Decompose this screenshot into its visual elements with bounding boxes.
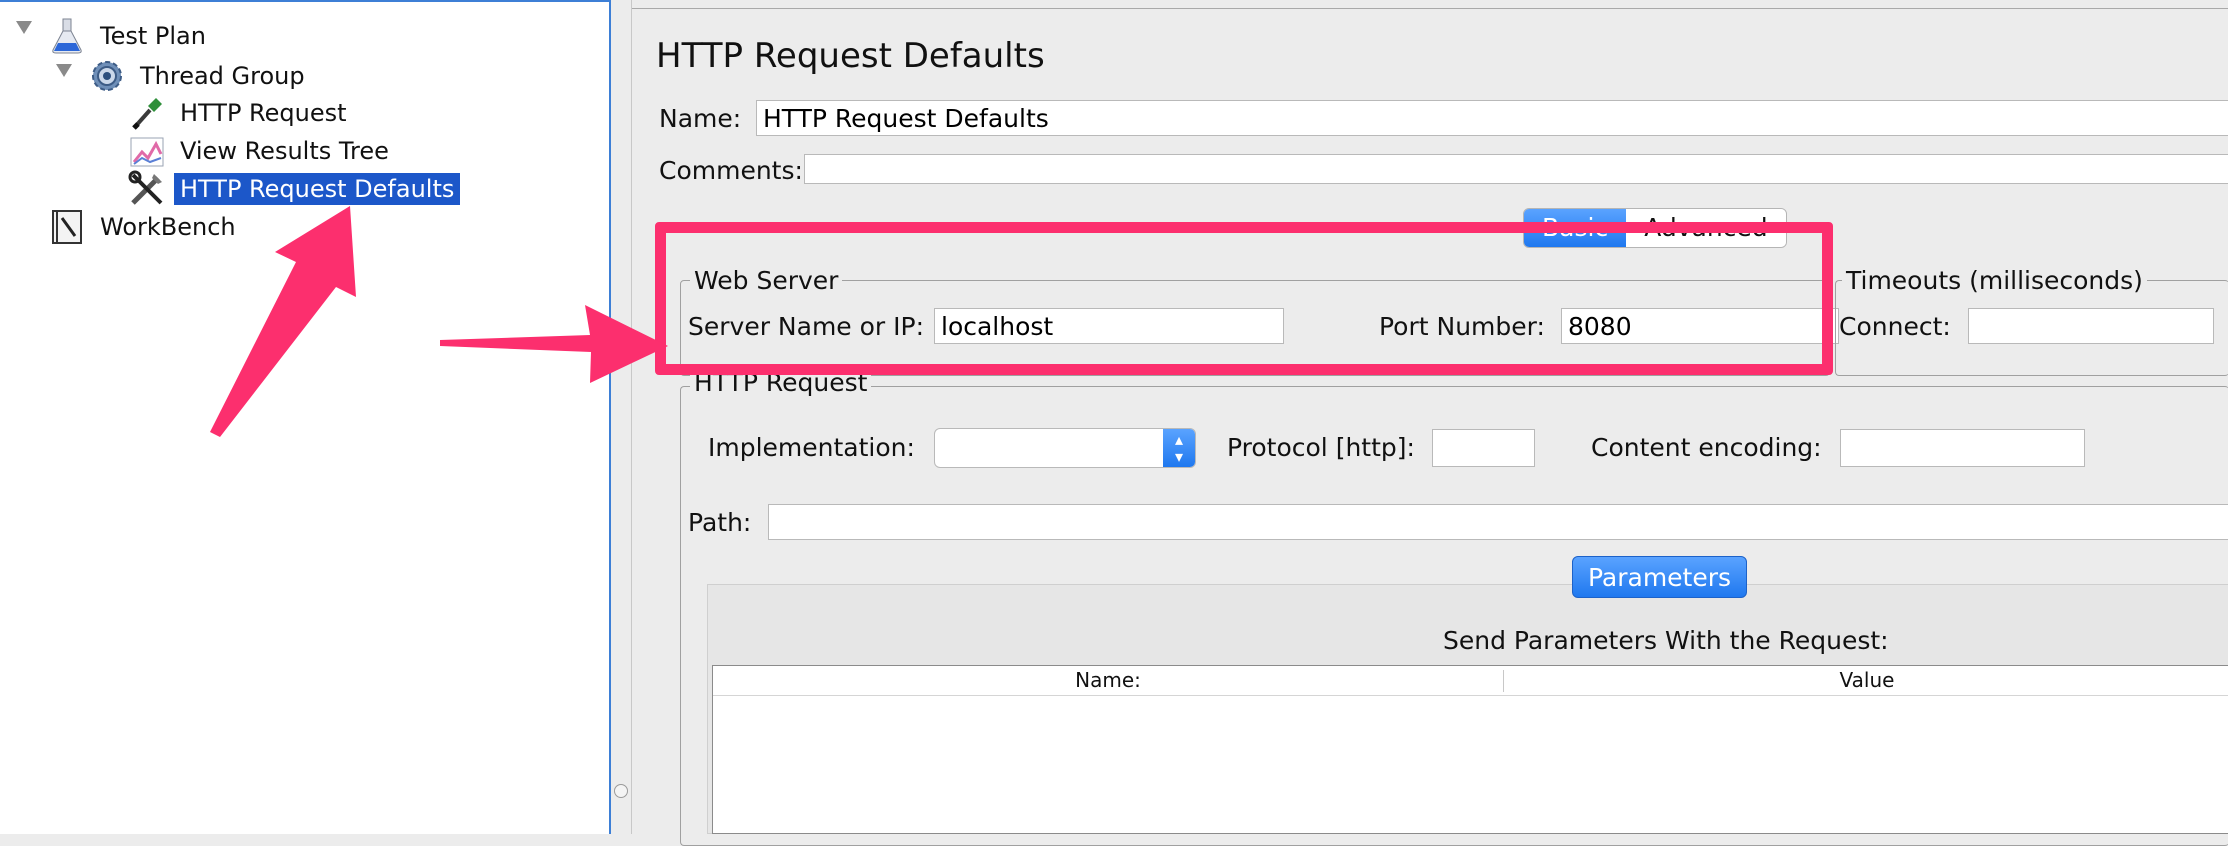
- path-label: Path:: [688, 508, 752, 537]
- content-encoding-label: Content encoding:: [1591, 433, 1822, 462]
- tree-node-http-request-defaults[interactable]: HTTP Request Defaults: [128, 170, 461, 208]
- tree-node-workbench[interactable]: WorkBench: [48, 209, 242, 245]
- tree-node-thread-group[interactable]: Thread Group: [88, 58, 311, 94]
- parameters-table[interactable]: Name: Value: [712, 665, 2228, 834]
- table-header: Name: Value: [713, 666, 2228, 696]
- tree-label: Test Plan: [100, 22, 206, 50]
- path-field[interactable]: [768, 504, 2228, 540]
- expand-toggle-test-plan[interactable]: [16, 21, 32, 34]
- tree-node-test-plan[interactable]: Test Plan: [48, 18, 212, 54]
- implementation-select[interactable]: ▴ ▾: [934, 428, 1196, 468]
- parameters-tab-button[interactable]: Parameters: [1572, 556, 1747, 598]
- comments-label: Comments:: [659, 156, 803, 185]
- gear-icon: [88, 57, 126, 95]
- name-field[interactable]: [756, 100, 2228, 136]
- column-header-value[interactable]: Value: [1504, 668, 2228, 692]
- test-plan-tree[interactable]: Test Plan Thread Group HTTP Request View…: [0, 0, 611, 834]
- comments-field[interactable]: [804, 154, 2228, 184]
- pipette-icon: [128, 94, 166, 132]
- protocol-label: Protocol [http]:: [1227, 433, 1415, 462]
- tree-label: WorkBench: [100, 213, 236, 241]
- tools-icon: [128, 170, 166, 208]
- tree-node-view-results-tree[interactable]: View Results Tree: [128, 133, 395, 169]
- splitter-handle[interactable]: [614, 784, 628, 798]
- column-header-name[interactable]: Name:: [713, 668, 1503, 692]
- tree-label: HTTP Request Defaults: [174, 173, 461, 205]
- tree-label: HTTP Request: [180, 99, 347, 127]
- config-panel: HTTP Request Defaults Name: Comments: Ba…: [631, 0, 2228, 846]
- notebook-icon: [48, 208, 86, 246]
- expand-toggle-thread-group[interactable]: [56, 64, 72, 77]
- highlight-box: [655, 222, 1833, 375]
- implementation-label: Implementation:: [708, 433, 915, 462]
- flask-icon: [48, 17, 86, 55]
- parameters-heading: Send Parameters With the Request:: [1443, 626, 1889, 655]
- timeouts-title: Timeouts (milliseconds): [1842, 266, 2147, 295]
- tree-label: Thread Group: [140, 62, 305, 90]
- connect-label: Connect:: [1839, 312, 1951, 341]
- chevron-up-down-icon[interactable]: ▴ ▾: [1163, 429, 1195, 467]
- content-encoding-field[interactable]: [1840, 429, 2085, 467]
- connect-timeout-field[interactable]: [1968, 308, 2214, 344]
- page-title: HTTP Request Defaults: [656, 36, 1045, 76]
- protocol-field[interactable]: [1432, 429, 1535, 467]
- name-label: Name:: [659, 104, 742, 133]
- chart-icon: [128, 132, 166, 170]
- tree-label: View Results Tree: [180, 137, 389, 165]
- panel-splitter[interactable]: [613, 0, 631, 834]
- divider: [632, 8, 2228, 9]
- tree-node-http-request[interactable]: HTTP Request: [128, 95, 353, 131]
